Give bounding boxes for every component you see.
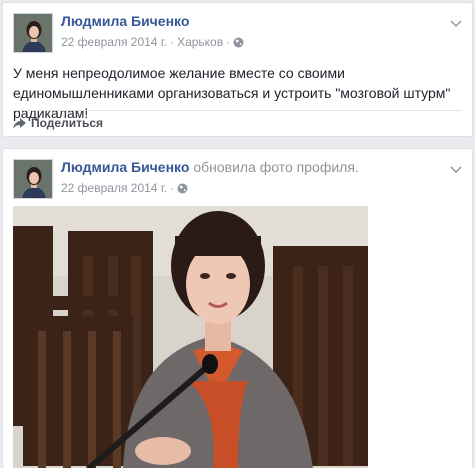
author-name[interactable]: Людмила Биченко: [61, 13, 189, 29]
divider: [13, 110, 462, 111]
share-button[interactable]: Поделиться: [13, 116, 103, 130]
meta-separator: ·: [226, 35, 231, 49]
globe-icon[interactable]: [233, 37, 244, 48]
post-date[interactable]: 22 февраля 2014 г.: [61, 181, 167, 195]
post-meta: 22 февраля 2014 г. ·: [61, 181, 188, 195]
share-arrow-icon: [13, 117, 26, 129]
avatar[interactable]: [13, 13, 53, 53]
avatar[interactable]: [13, 159, 53, 199]
post-header: Людмила Биченко обновила фото профиля.: [61, 159, 359, 175]
post-location[interactable]: Харьков: [177, 35, 223, 49]
status-post: Людмила Биченко 22 февраля 2014 г. · Хар…: [2, 2, 473, 137]
globe-icon[interactable]: [177, 183, 188, 194]
meta-separator: ·: [170, 35, 175, 49]
post-text: У меня непреодолимое желание вместе со с…: [13, 65, 451, 121]
chevron-down-icon[interactable]: [450, 161, 462, 174]
profile-photo[interactable]: [13, 206, 368, 468]
meta-separator: ·: [170, 181, 175, 195]
post-date[interactable]: 22 февраля 2014 г.: [61, 35, 167, 49]
chevron-down-icon[interactable]: [450, 15, 462, 28]
share-label: Поделиться: [31, 116, 104, 130]
post-meta: 22 февраля 2014 г. · Харьков ·: [61, 35, 244, 49]
profile-photo-post: Людмила Биченко обновила фото профиля. 2…: [2, 148, 473, 468]
author-name[interactable]: Людмила Биченко: [61, 159, 189, 175]
post-action: обновила фото профиля.: [193, 159, 359, 175]
